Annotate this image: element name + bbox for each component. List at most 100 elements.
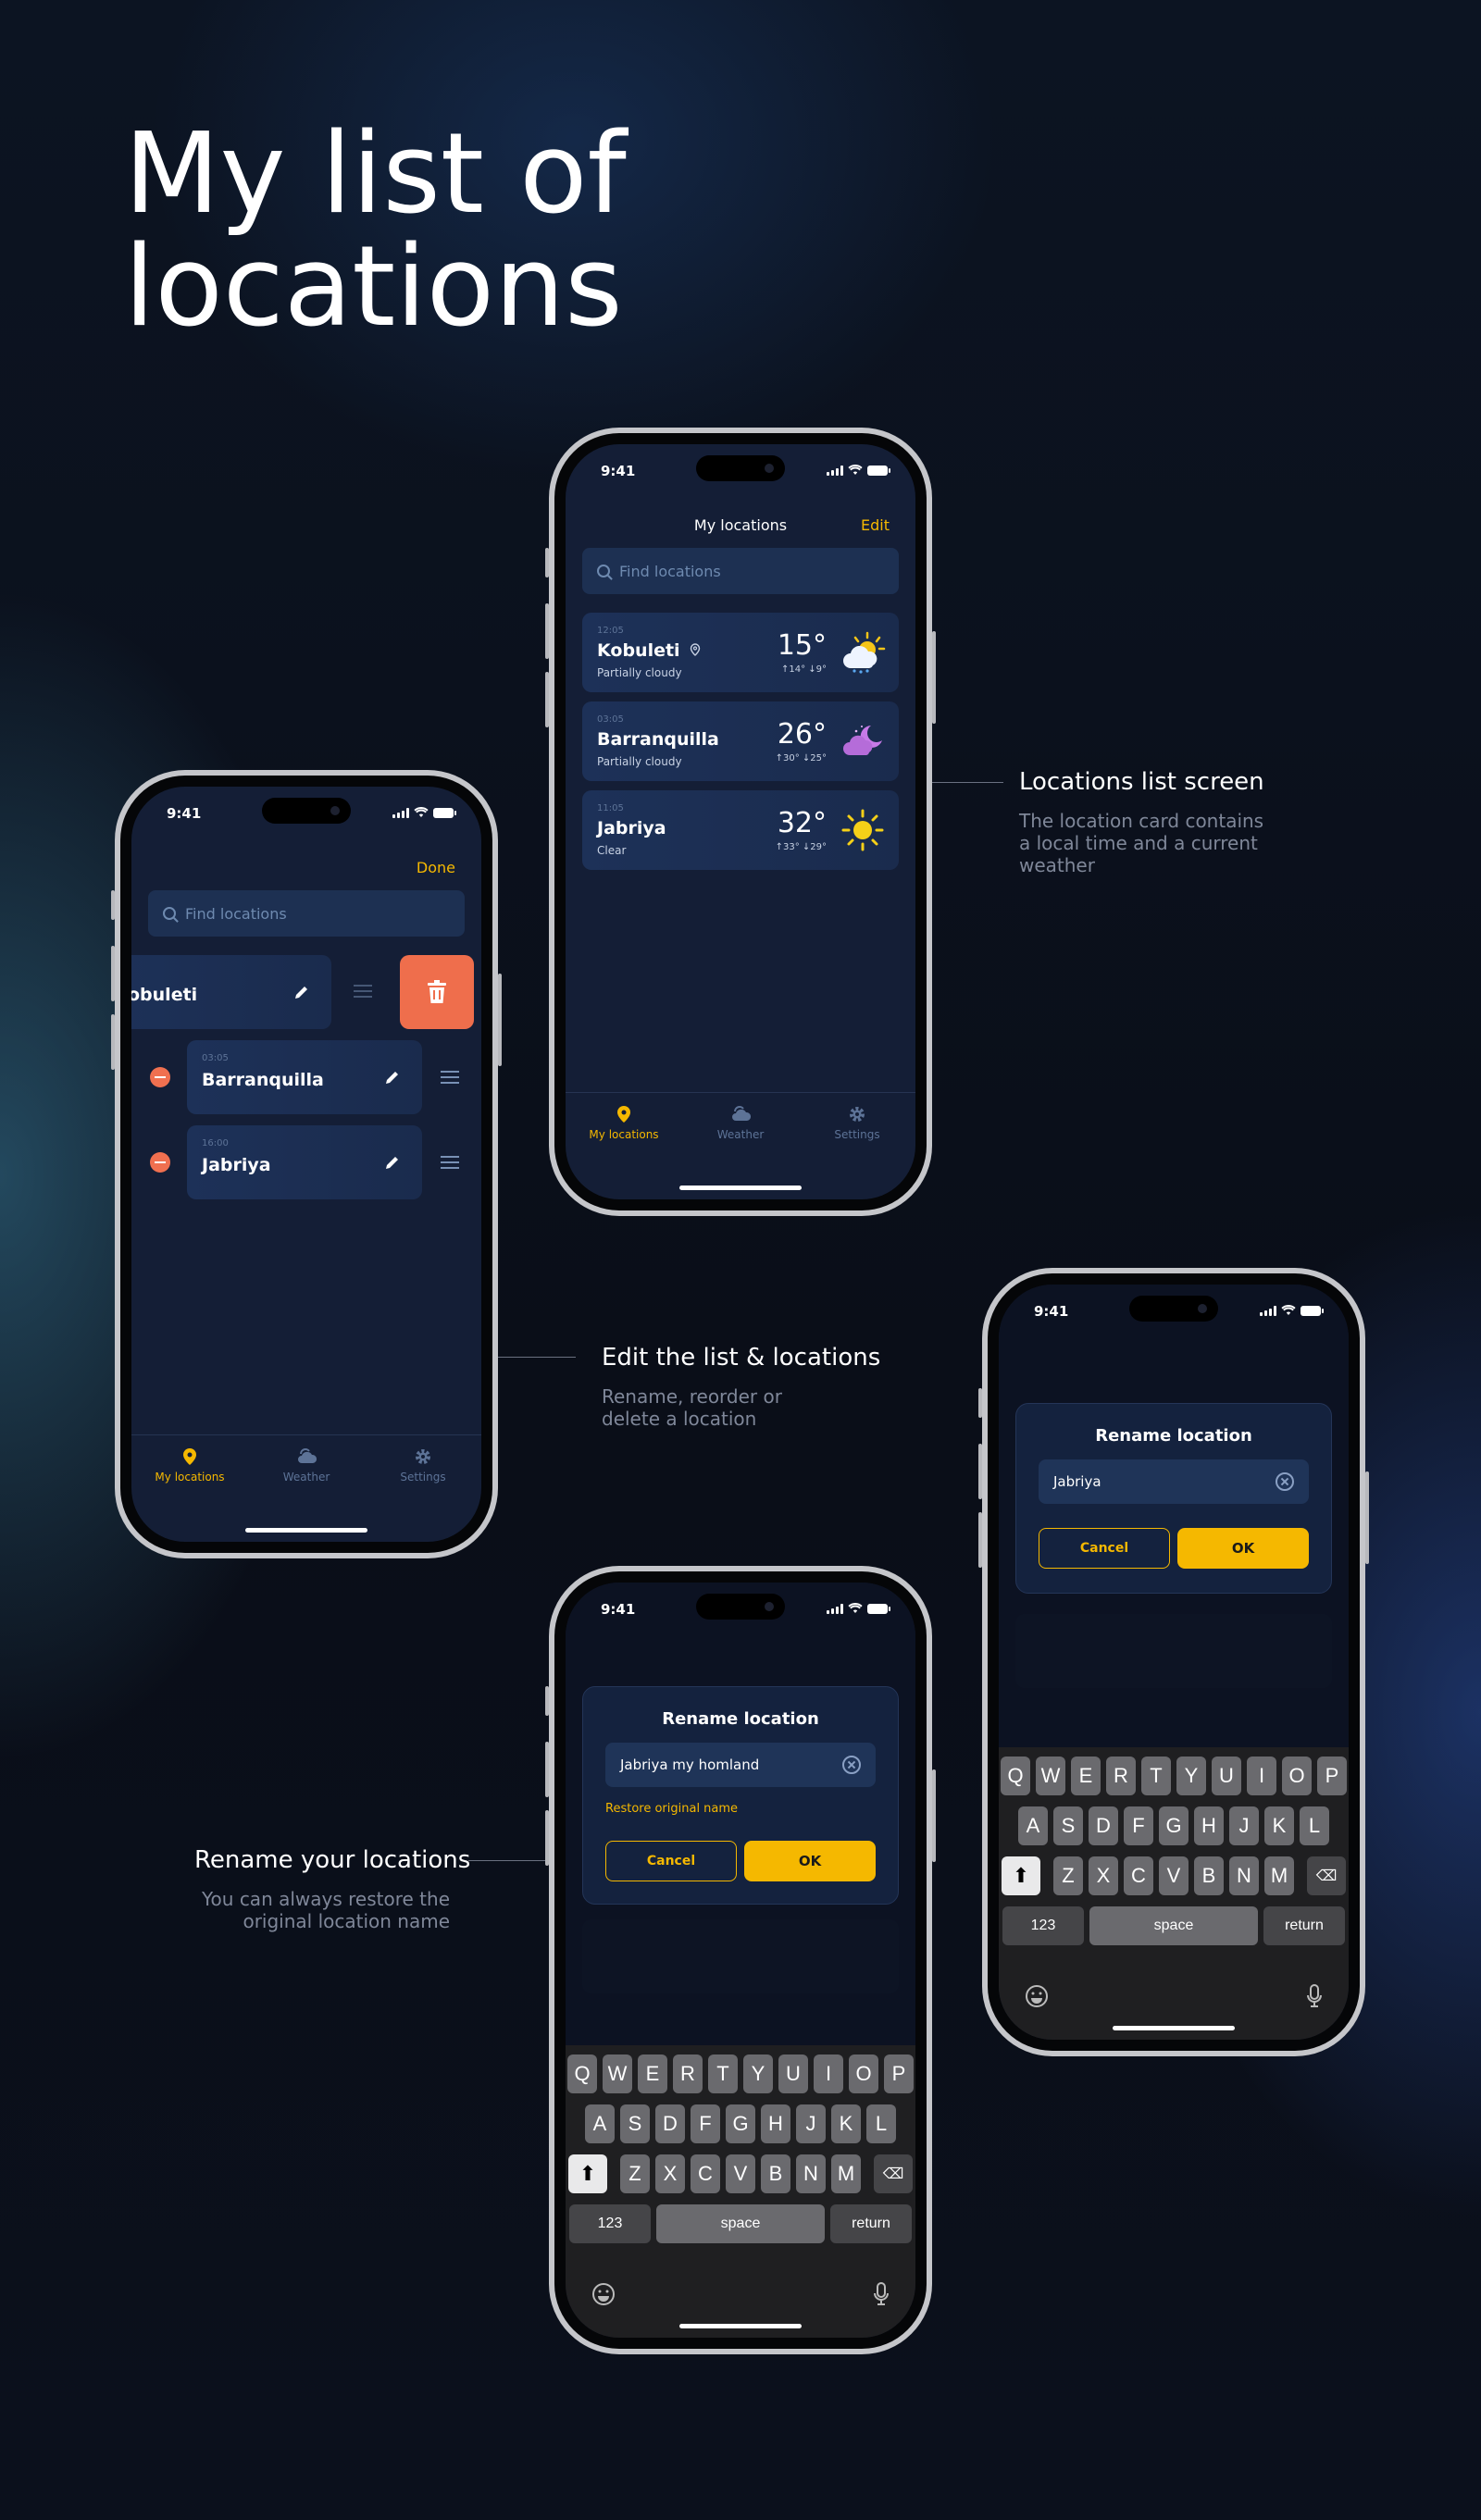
key-s[interactable]: S bbox=[1053, 1806, 1083, 1845]
reorder-handle-icon[interactable] bbox=[441, 1156, 459, 1169]
backspace-key[interactable]: ⌫ bbox=[1307, 1856, 1346, 1895]
key-u[interactable]: U bbox=[1212, 1757, 1241, 1795]
reorder-handle-icon[interactable] bbox=[441, 1071, 459, 1084]
rename-input[interactable]: Jabriya bbox=[1039, 1459, 1309, 1504]
reorder-handle-icon[interactable] bbox=[354, 985, 372, 998]
pencil-icon[interactable] bbox=[292, 983, 311, 1001]
tab-settings[interactable]: Settings bbox=[811, 1104, 903, 1164]
tab-settings[interactable]: Settings bbox=[377, 1446, 469, 1507]
pencil-icon[interactable] bbox=[383, 1068, 402, 1086]
key-f[interactable]: F bbox=[1124, 1806, 1153, 1845]
key-b[interactable]: B bbox=[1194, 1856, 1224, 1895]
key-e[interactable]: E bbox=[1071, 1757, 1101, 1795]
key-q[interactable]: Q bbox=[1001, 1757, 1030, 1795]
key-k[interactable]: K bbox=[1264, 1806, 1294, 1845]
key-y[interactable]: Y bbox=[1176, 1757, 1206, 1795]
key-s[interactable]: S bbox=[620, 2104, 650, 2143]
tab-my-locations[interactable]: My locations bbox=[578, 1104, 670, 1164]
search-input[interactable]: Find locations bbox=[148, 890, 465, 937]
rename-input[interactable]: Jabriya my homland bbox=[605, 1743, 876, 1787]
key-d[interactable]: D bbox=[1089, 1806, 1118, 1845]
key-a[interactable]: A bbox=[1018, 1806, 1048, 1845]
home-indicator[interactable] bbox=[679, 1186, 802, 1190]
key-o[interactable]: O bbox=[1282, 1757, 1312, 1795]
key-g[interactable]: G bbox=[1159, 1806, 1189, 1845]
backspace-key[interactable]: ⌫ bbox=[874, 2154, 913, 2193]
location-item-kobuleti-swiped[interactable]: 0 obuleti bbox=[131, 955, 331, 1029]
key-b[interactable]: B bbox=[761, 2154, 790, 2193]
key-h[interactable]: H bbox=[761, 2104, 790, 2143]
done-button[interactable]: Done bbox=[417, 859, 455, 876]
key-c[interactable]: C bbox=[691, 2154, 720, 2193]
search-input[interactable]: Find locations bbox=[582, 548, 899, 594]
delete-button[interactable] bbox=[400, 955, 474, 1029]
shift-key[interactable]: ⬆ bbox=[568, 2154, 607, 2193]
location-card-jabriya[interactable]: 11:05 Jabriya Clear 32° ↑33° ↓29° bbox=[582, 790, 899, 870]
key-v[interactable]: V bbox=[1159, 1856, 1189, 1895]
location-card-barranquilla[interactable]: 03:05 Barranquilla Partially cloudy 26° … bbox=[582, 701, 899, 781]
edit-button[interactable]: Edit bbox=[861, 516, 890, 534]
key-a[interactable]: A bbox=[585, 2104, 615, 2143]
key-w[interactable]: W bbox=[1036, 1757, 1065, 1795]
restore-original-name-link[interactable]: Restore original name bbox=[605, 1802, 738, 1816]
key-n[interactable]: N bbox=[796, 2154, 826, 2193]
key-c[interactable]: C bbox=[1124, 1856, 1153, 1895]
cancel-button[interactable]: Cancel bbox=[605, 1841, 737, 1881]
key-j[interactable]: J bbox=[1229, 1806, 1259, 1845]
key-t[interactable]: T bbox=[1141, 1757, 1171, 1795]
key-r[interactable]: R bbox=[673, 2054, 703, 2093]
pencil-icon[interactable] bbox=[383, 1153, 402, 1172]
key-m[interactable]: M bbox=[831, 2154, 861, 2193]
key-m[interactable]: M bbox=[1264, 1856, 1294, 1895]
cancel-button[interactable]: Cancel bbox=[1039, 1528, 1170, 1569]
remove-icon[interactable] bbox=[150, 1152, 170, 1173]
key-o[interactable]: O bbox=[849, 2054, 878, 2093]
key-x[interactable]: X bbox=[655, 2154, 685, 2193]
key-p[interactable]: P bbox=[1317, 1757, 1347, 1795]
numbers-key[interactable]: 123 bbox=[1002, 1906, 1084, 1945]
remove-icon[interactable] bbox=[150, 1067, 170, 1087]
clear-icon[interactable] bbox=[842, 1756, 861, 1774]
key-k[interactable]: K bbox=[831, 2104, 861, 2143]
key-y[interactable]: Y bbox=[743, 2054, 773, 2093]
key-z[interactable]: Z bbox=[1053, 1856, 1083, 1895]
key-l[interactable]: L bbox=[1300, 1806, 1329, 1845]
key-l[interactable]: L bbox=[866, 2104, 896, 2143]
key-v[interactable]: V bbox=[726, 2154, 755, 2193]
location-item-jabriya[interactable]: 16:00 Jabriya bbox=[187, 1125, 422, 1199]
emoji-icon[interactable] bbox=[591, 2282, 616, 2306]
key-u[interactable]: U bbox=[778, 2054, 808, 2093]
key-e[interactable]: E bbox=[638, 2054, 667, 2093]
space-key[interactable]: space bbox=[656, 2204, 825, 2243]
return-key[interactable]: return bbox=[1263, 1906, 1345, 1945]
key-f[interactable]: F bbox=[691, 2104, 720, 2143]
key-i[interactable]: I bbox=[1247, 1757, 1276, 1795]
home-indicator[interactable] bbox=[679, 2324, 802, 2328]
key-z[interactable]: Z bbox=[620, 2154, 650, 2193]
location-card-kobuleti[interactable]: 12:05 Kobuleti Partially cloudy 15° ↑14°… bbox=[582, 613, 899, 692]
key-h[interactable]: H bbox=[1194, 1806, 1224, 1845]
tab-my-locations[interactable]: My locations bbox=[143, 1446, 236, 1507]
key-t[interactable]: T bbox=[708, 2054, 738, 2093]
numbers-key[interactable]: 123 bbox=[569, 2204, 651, 2243]
shift-key[interactable]: ⬆ bbox=[1002, 1856, 1040, 1895]
location-item-barranquilla[interactable]: 03:05 Barranquilla bbox=[187, 1040, 422, 1114]
tab-weather[interactable]: Weather bbox=[260, 1446, 353, 1507]
key-p[interactable]: P bbox=[884, 2054, 914, 2093]
microphone-icon[interactable] bbox=[873, 2282, 890, 2306]
home-indicator[interactable] bbox=[245, 1528, 367, 1533]
key-w[interactable]: W bbox=[603, 2054, 632, 2093]
clear-icon[interactable] bbox=[1276, 1472, 1294, 1491]
key-g[interactable]: G bbox=[726, 2104, 755, 2143]
return-key[interactable]: return bbox=[830, 2204, 912, 2243]
key-j[interactable]: J bbox=[796, 2104, 826, 2143]
key-i[interactable]: I bbox=[814, 2054, 843, 2093]
emoji-icon[interactable] bbox=[1025, 1984, 1049, 2008]
microphone-icon[interactable] bbox=[1306, 1984, 1323, 2008]
key-x[interactable]: X bbox=[1089, 1856, 1118, 1895]
tab-weather[interactable]: Weather bbox=[694, 1104, 787, 1164]
key-n[interactable]: N bbox=[1229, 1856, 1259, 1895]
key-q[interactable]: Q bbox=[567, 2054, 597, 2093]
space-key[interactable]: space bbox=[1089, 1906, 1258, 1945]
key-r[interactable]: R bbox=[1106, 1757, 1136, 1795]
